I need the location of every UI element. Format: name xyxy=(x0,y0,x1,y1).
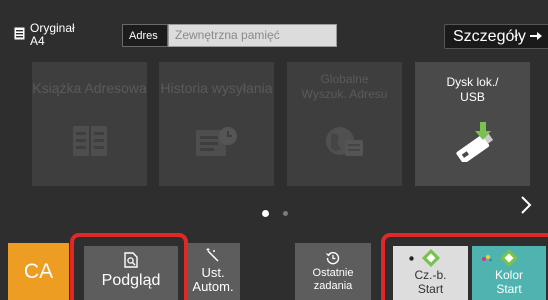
highlight-preview xyxy=(70,233,188,300)
tile-usb-line2: USB xyxy=(460,90,485,104)
auto-settings-button[interactable]: Ust. Autom. xyxy=(186,243,240,300)
details-button[interactable]: Szczegóły xyxy=(444,24,548,49)
tile-send-history: Historia wysyłania xyxy=(159,62,274,186)
tile-address-book: Książka Adresowa xyxy=(32,62,147,186)
recent-jobs-line2: zadania xyxy=(313,280,353,292)
chevron-right-icon[interactable] xyxy=(520,196,532,214)
original-indicator[interactable]: Oryginał A4 xyxy=(14,22,75,48)
original-size: A4 xyxy=(30,34,45,48)
address-label: Adres xyxy=(122,24,168,47)
arrow-right-icon xyxy=(530,32,543,40)
auto-wand-icon xyxy=(206,248,219,262)
page-dot xyxy=(283,211,288,216)
page-dot-active xyxy=(262,210,269,217)
auto-settings-line2: Autom. xyxy=(192,279,234,294)
address-book-icon xyxy=(72,126,107,156)
document-icon xyxy=(14,27,25,40)
global-address-search-icon xyxy=(325,127,363,156)
recent-jobs-button[interactable]: Ostatnie zadania xyxy=(295,243,371,300)
tile-usb-line1: Dysk lok./ xyxy=(446,75,499,89)
highlight-start-buttons xyxy=(381,233,548,300)
send-history-icon xyxy=(195,127,237,156)
clear-all-button[interactable]: CA xyxy=(8,243,69,300)
tile-local-drive-usb[interactable]: Dysk lok./ USB xyxy=(415,62,530,186)
address-input[interactable]: Zewnętrzna pamięć xyxy=(168,24,337,47)
tile-global-search-line1: Globalne xyxy=(320,72,369,86)
tile-send-history-label: Historia wysyłania xyxy=(160,80,273,96)
tile-address-book-label: Książka Adresowa xyxy=(32,80,147,96)
tile-global-address-search: Globalne Wyszuk. Adresu xyxy=(287,62,402,186)
history-clock-icon xyxy=(326,251,340,265)
tile-global-search-line2: Wyszuk. Adresu xyxy=(301,87,388,101)
recent-jobs-line1: Ostatnie xyxy=(312,267,354,279)
page-indicator xyxy=(262,204,288,222)
auto-settings-line1: Ust. xyxy=(201,265,225,280)
screen: Oryginał A4 Adres Zewnętrzna pamięć Szcz… xyxy=(0,0,548,300)
details-label: Szczegóły xyxy=(453,28,526,45)
usb-drive-icon xyxy=(455,122,493,162)
